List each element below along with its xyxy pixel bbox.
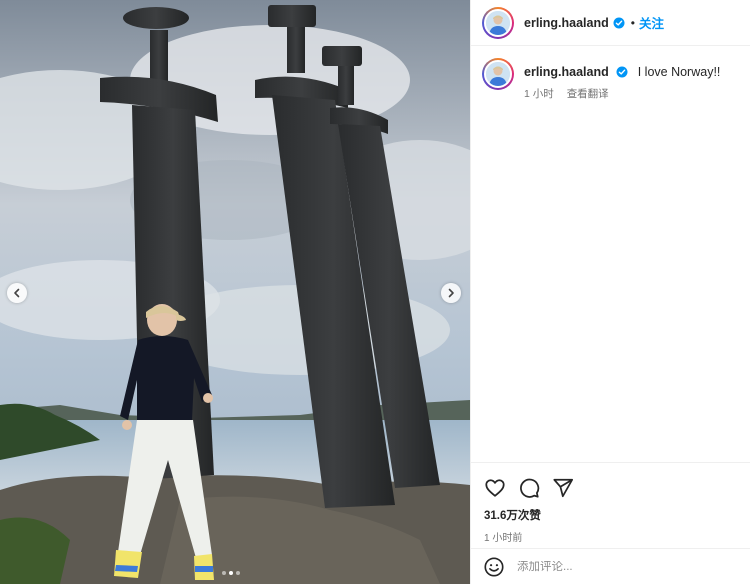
follow-button[interactable]: 关注 (639, 13, 664, 32)
heart-icon[interactable] (484, 477, 506, 499)
header-username[interactable]: erling.haaland (524, 16, 609, 30)
smiley-icon[interactable] (483, 556, 505, 578)
caption-age[interactable]: 1 小时 (524, 88, 554, 100)
avatar-image (486, 62, 510, 86)
action-bar (471, 463, 750, 503)
caption-avatar[interactable] (482, 58, 514, 90)
chevron-left-icon (14, 288, 20, 298)
comment-input[interactable] (517, 560, 737, 573)
carousel-indicator (222, 571, 240, 575)
comment-bar (471, 548, 750, 584)
carousel-dot (222, 571, 226, 575)
post-media[interactable] (0, 0, 470, 584)
verified-badge-icon (613, 17, 625, 28)
paper-plane-icon[interactable] (552, 477, 574, 499)
post-photo (0, 0, 470, 584)
avatar-image (486, 10, 510, 35)
carousel-prev-button[interactable] (7, 283, 27, 303)
carousel-dot (236, 571, 240, 575)
chevron-right-icon (448, 288, 454, 298)
carousel-next-button[interactable] (441, 283, 461, 303)
post-side-panel: erling.haaland • 关注 erling.haaland I lov… (470, 0, 750, 584)
caption-username[interactable]: erling.haaland (524, 65, 609, 79)
caption-text: I love Norway!! (637, 65, 721, 79)
post-caption: erling.haaland I love Norway!! 1 小时 查看翻译 (482, 58, 720, 101)
carousel-dot-active (229, 571, 233, 575)
avatar[interactable] (482, 6, 514, 39)
verified-badge-icon (616, 66, 628, 78)
post-actions-section: 31.6万次赞 1 小时前 (471, 462, 750, 544)
comment-bubble-icon[interactable] (518, 477, 540, 499)
post-header: erling.haaland • 关注 (471, 0, 750, 46)
header-separator: • (630, 15, 635, 30)
like-count[interactable]: 31.6万次赞 (471, 507, 750, 523)
post-timestamp: 1 小时前 (484, 533, 523, 544)
translate-link[interactable]: 查看翻译 (567, 88, 609, 100)
